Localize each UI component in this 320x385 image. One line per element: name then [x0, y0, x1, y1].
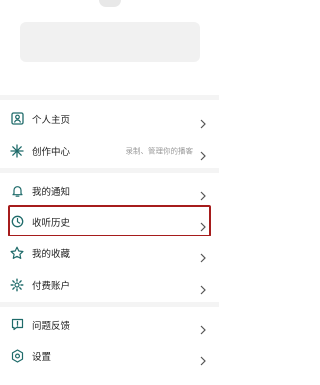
menu-item-listening-history[interactable]: 收听历史 [0, 205, 219, 238]
chevron-right-icon [199, 351, 207, 365]
menu-item-favorites[interactable]: 我的收藏 [0, 236, 219, 269]
menu-item-paid-account[interactable]: 付费账户 [0, 268, 219, 301]
menu-item-label: 设置 [32, 351, 52, 363]
profile-icon [10, 112, 24, 126]
divider [0, 95, 219, 100]
menu-item-label: 我的通知 [32, 186, 71, 198]
chevron-right-icon [199, 248, 207, 262]
history-icon [10, 215, 24, 229]
gear-icon [10, 278, 24, 292]
notch [99, 0, 121, 7]
menu-item-feedback[interactable]: 问题反馈 [0, 308, 219, 341]
feedback-icon [10, 318, 24, 332]
menu-item-label: 收听历史 [32, 217, 71, 229]
menu-item-notifications[interactable]: 我的通知 [0, 174, 219, 207]
menu-item-subtitle: 录制、管理你的播客 [125, 146, 194, 155]
menu-item-label: 问题反馈 [32, 320, 71, 332]
chevron-right-icon [199, 280, 207, 294]
divider [0, 168, 219, 173]
chevron-right-icon [199, 186, 207, 200]
menu-item-label: 我的收藏 [32, 248, 71, 260]
settings-icon [10, 348, 24, 363]
blurred-profile-card [20, 22, 200, 62]
menu-item-label: 个人主页 [32, 114, 71, 126]
divider [0, 302, 219, 307]
menu-item-creator-center[interactable]: 创作中心 录制、管理你的播客 [0, 134, 219, 167]
menu-item-label: 创作中心 [32, 146, 71, 158]
sparkle-icon [10, 143, 24, 158]
menu-item-settings[interactable]: 设置 [0, 339, 219, 372]
menu-item-label: 付费账户 [32, 280, 71, 292]
bell-icon [10, 184, 24, 198]
header-area [0, 0, 219, 95]
star-icon [10, 246, 24, 260]
chevron-right-icon [199, 217, 207, 231]
chevron-right-icon [199, 320, 207, 334]
chevron-right-icon [199, 114, 207, 128]
chevron-right-icon [199, 146, 207, 160]
menu-item-profile[interactable]: 个人主页 [0, 102, 219, 135]
